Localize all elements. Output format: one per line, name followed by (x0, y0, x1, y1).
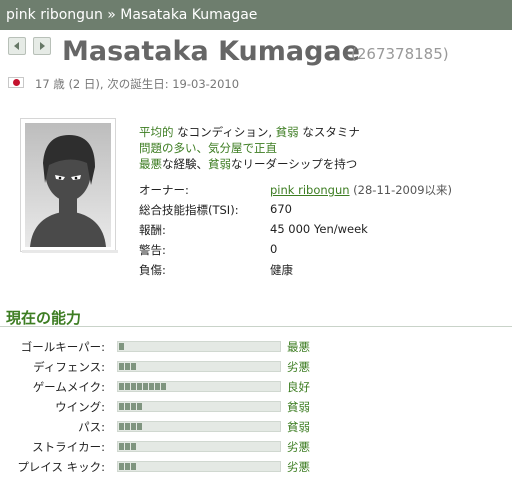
skill-row-scoring: ストライカー: 劣悪 (0, 437, 512, 457)
skill-level[interactable]: 劣悪 (287, 459, 310, 475)
salary-value: 45 000 Yen/week (270, 222, 368, 236)
skill-bar-fill (119, 443, 136, 450)
skill-bar-fill (119, 403, 142, 410)
skill-bar (117, 381, 281, 392)
skill-bar-fill (119, 343, 124, 350)
trait-line-experience: 最悪な経験、貧弱なリーダーシップを持つ (139, 156, 360, 172)
tsi-value: 670 (270, 202, 292, 216)
condition-level[interactable]: 平均的 (139, 125, 174, 139)
player-name: Masataka Kumagae (62, 36, 360, 67)
skill-level[interactable]: 貧弱 (287, 399, 310, 415)
skill-label: ストライカー: (32, 440, 105, 454)
skill-label: ゴールキーパー: (20, 340, 105, 354)
avatar-shadow (22, 250, 118, 253)
stamina-level[interactable]: 貧弱 (276, 125, 299, 139)
trait-line-condition: 平均的 なコンディション, 貧弱 なスタミナ (139, 124, 360, 140)
section-divider (0, 326, 512, 327)
skill-label: ディフェンス: (33, 360, 105, 374)
skill-level[interactable]: 良好 (287, 379, 310, 395)
avatar (20, 118, 116, 252)
skill-level[interactable]: 劣悪 (287, 359, 310, 375)
japan-flag-icon[interactable] (8, 77, 24, 88)
player-silhouette-icon (25, 123, 111, 247)
injury-value: 健康 (270, 263, 293, 277)
skill-level[interactable]: 貧弱 (287, 419, 310, 435)
next-player-button[interactable] (33, 37, 51, 55)
warning-label: 警告: (139, 243, 166, 257)
skill-level[interactable]: 劣悪 (287, 439, 310, 455)
age-line: 17 歳 (2 日), 次の誕生日: 19-03-2010 (35, 77, 240, 91)
skills-section-title: 現在の能力 (6, 309, 82, 327)
experience-level[interactable]: 最悪 (139, 157, 162, 171)
player-id: (267378185) (351, 45, 449, 63)
skill-bar-fill (119, 383, 166, 390)
skill-row-passing: パス: 貧弱 (0, 417, 512, 437)
skill-bar (117, 421, 281, 432)
tsi-label: 総合技能指標(TSI): (139, 203, 239, 217)
stamina-text: なスタミナ (298, 125, 360, 139)
skill-row-set-pieces: プレイス キック: 劣悪 (0, 457, 512, 477)
skill-bar-fill (119, 423, 142, 430)
skill-bar (117, 461, 281, 472)
trait-line-personality[interactable]: 問題の多い、気分屋で正直 (139, 140, 360, 156)
salary-label: 報酬: (139, 223, 166, 237)
owner-link[interactable]: pink ribongun (270, 183, 350, 197)
skill-label: ゲームメイク: (32, 380, 105, 394)
owner-value: pink ribongun (28-11-2009以来) (270, 182, 452, 198)
skill-row-playmaking: ゲームメイク: 良好 (0, 377, 512, 397)
skill-bar (117, 341, 281, 352)
leadership-text: なリーダーシップを持つ (231, 157, 358, 171)
condition-text: なコンディション, (173, 125, 276, 139)
experience-text: な経験、 (162, 157, 208, 171)
previous-player-button[interactable] (8, 37, 26, 55)
warning-value: 0 (270, 242, 278, 256)
skill-level[interactable]: 最悪 (287, 339, 310, 355)
owner-since: (28-11-2009以来) (349, 183, 452, 197)
skill-bar (117, 361, 281, 372)
skill-bar (117, 441, 281, 452)
arrow-right-icon (40, 42, 45, 50)
skill-bar-fill (119, 463, 136, 470)
owner-label: オーナー: (139, 183, 189, 197)
player-traits: 平均的 なコンディション, 貧弱 なスタミナ 問題の多い、気分屋で正直 最悪な経… (139, 124, 360, 172)
skill-bar-fill (119, 363, 136, 370)
skill-label: プレイス キック: (17, 460, 105, 474)
skill-bar (117, 401, 281, 412)
skill-row-keeper: ゴールキーパー: 最悪 (0, 337, 512, 357)
skill-row-defending: ディフェンス: 劣悪 (0, 357, 512, 377)
skill-row-winger: ウイング: 貧弱 (0, 397, 512, 417)
breadcrumb[interactable]: pink ribongun » Masataka Kumagae (6, 7, 257, 23)
arrow-left-icon (14, 42, 19, 50)
breadcrumb-bar: pink ribongun » Masataka Kumagae (0, 0, 512, 30)
injury-label: 負傷: (139, 263, 166, 277)
skill-label: ウイング: (55, 400, 105, 414)
skill-label: パス: (78, 420, 105, 434)
leadership-level[interactable]: 貧弱 (208, 157, 231, 171)
